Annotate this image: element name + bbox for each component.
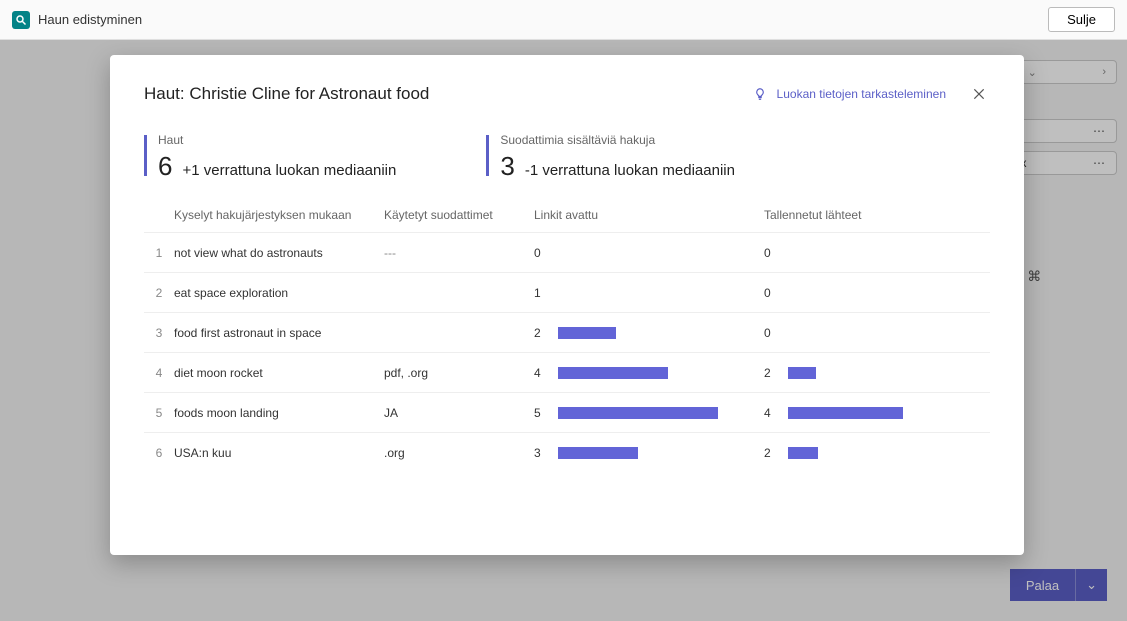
search-progress-app-icon bbox=[12, 11, 30, 29]
row-saved: 0 bbox=[764, 246, 990, 260]
stat-filtered-compare: -1 verrattuna luokan mediaaniin bbox=[525, 162, 735, 179]
col-links: Linkit avattu bbox=[534, 208, 764, 222]
row-saved: 4 bbox=[764, 406, 990, 420]
row-query: foods moon landing bbox=[174, 406, 384, 420]
stat-searches: Haut 6 +1 verrattuna luokan mediaaniin bbox=[144, 133, 396, 182]
row-filter: .org bbox=[384, 446, 534, 460]
queries-table: Kyselyt hakujärjestyksen mukaan Käytetyt… bbox=[144, 208, 990, 545]
row-saved-count: 0 bbox=[764, 286, 774, 300]
stat-searches-label: Haut bbox=[158, 133, 396, 147]
table-row: 2eat space exploration 1 0 bbox=[144, 272, 990, 312]
stat-filtered: Suodattimia sisältäviä hakuja 3 -1 verra… bbox=[486, 133, 735, 182]
row-saved-count: 0 bbox=[764, 326, 774, 340]
table-row: 1not view what do astronauts---00 bbox=[144, 232, 990, 272]
stat-filtered-label: Suodattimia sisältäviä hakuja bbox=[500, 133, 735, 147]
table-header: Kyselyt hakujärjestyksen mukaan Käytetyt… bbox=[144, 208, 990, 232]
row-query: not view what do astronauts bbox=[174, 246, 384, 260]
search-detail-modal: Haut: Christie Cline for Astronaut food … bbox=[110, 55, 1024, 555]
row-index: 2 bbox=[144, 286, 174, 300]
row-filter: --- bbox=[384, 246, 534, 260]
row-query: food first astronaut in space bbox=[174, 326, 384, 340]
row-links-count: 5 bbox=[534, 406, 544, 420]
row-index: 1 bbox=[144, 246, 174, 260]
row-filter: JA bbox=[384, 406, 534, 420]
close-icon[interactable] bbox=[968, 83, 990, 105]
topbar: Haun edistyminen Sulje bbox=[0, 0, 1127, 40]
row-index: 3 bbox=[144, 326, 174, 340]
row-saved-bar bbox=[788, 407, 903, 419]
row-index: 5 bbox=[144, 406, 174, 420]
row-links-bar bbox=[558, 407, 718, 419]
row-links: 2 bbox=[534, 326, 764, 340]
row-saved-count: 2 bbox=[764, 446, 774, 460]
stat-filtered-num: 3 bbox=[500, 151, 514, 182]
row-links-bar bbox=[558, 367, 668, 379]
row-links-bar bbox=[558, 447, 638, 459]
table-row: 6USA:n kuu.org3 2 bbox=[144, 432, 990, 472]
row-links-count: 2 bbox=[534, 326, 544, 340]
modal-title: Haut: Christie Cline for Astronaut food bbox=[144, 84, 429, 104]
row-links-count: 4 bbox=[534, 366, 544, 380]
row-index: 6 bbox=[144, 446, 174, 460]
class-data-link[interactable]: Luokan tietojen tarkasteleminen bbox=[777, 87, 946, 101]
table-row: 4diet moon rocketpdf, .org42 bbox=[144, 352, 990, 392]
modal-header: Haut: Christie Cline for Astronaut food … bbox=[144, 83, 990, 105]
lightbulb-icon bbox=[753, 87, 767, 101]
row-query: eat space exploration bbox=[174, 286, 384, 300]
row-links: 1 bbox=[534, 286, 764, 300]
row-links-count: 0 bbox=[534, 246, 544, 260]
row-links-bar bbox=[558, 327, 616, 339]
stat-searches-num: 6 bbox=[158, 151, 172, 182]
row-saved-count: 4 bbox=[764, 406, 774, 420]
row-links: 3 bbox=[534, 446, 764, 460]
row-filter: pdf, .org bbox=[384, 366, 534, 380]
row-saved-bar bbox=[788, 367, 816, 379]
col-filters: Käytetyt suodattimet bbox=[384, 208, 534, 222]
col-saved: Tallennetut lähteet bbox=[764, 208, 990, 222]
row-links-count: 1 bbox=[534, 286, 544, 300]
row-saved: 2 bbox=[764, 366, 990, 380]
stat-searches-compare: +1 verrattuna luokan mediaaniin bbox=[182, 162, 396, 179]
stats-row: Haut 6 +1 verrattuna luokan mediaaniin S… bbox=[144, 133, 990, 182]
row-index: 4 bbox=[144, 366, 174, 380]
row-links-count: 3 bbox=[534, 446, 544, 460]
row-saved-bar bbox=[788, 447, 818, 459]
col-queries: Kyselyt hakujärjestyksen mukaan bbox=[174, 208, 384, 222]
topbar-title: Haun edistyminen bbox=[38, 12, 142, 27]
row-query: diet moon rocket bbox=[174, 366, 384, 380]
table-row: 3food first astronaut in space 2 0 bbox=[144, 312, 990, 352]
close-app-button[interactable]: Sulje bbox=[1048, 7, 1115, 32]
row-links: 5 bbox=[534, 406, 764, 420]
row-saved: 2 bbox=[764, 446, 990, 460]
row-saved-count: 0 bbox=[764, 246, 774, 260]
row-saved: 0 bbox=[764, 286, 990, 300]
row-links: 0 bbox=[534, 246, 764, 260]
row-saved-count: 2 bbox=[764, 366, 774, 380]
row-query: USA:n kuu bbox=[174, 446, 384, 460]
row-links: 4 bbox=[534, 366, 764, 380]
table-row: 5foods moon landingJA54 bbox=[144, 392, 990, 432]
row-saved: 0 bbox=[764, 326, 990, 340]
topbar-left: Haun edistyminen bbox=[12, 11, 142, 29]
